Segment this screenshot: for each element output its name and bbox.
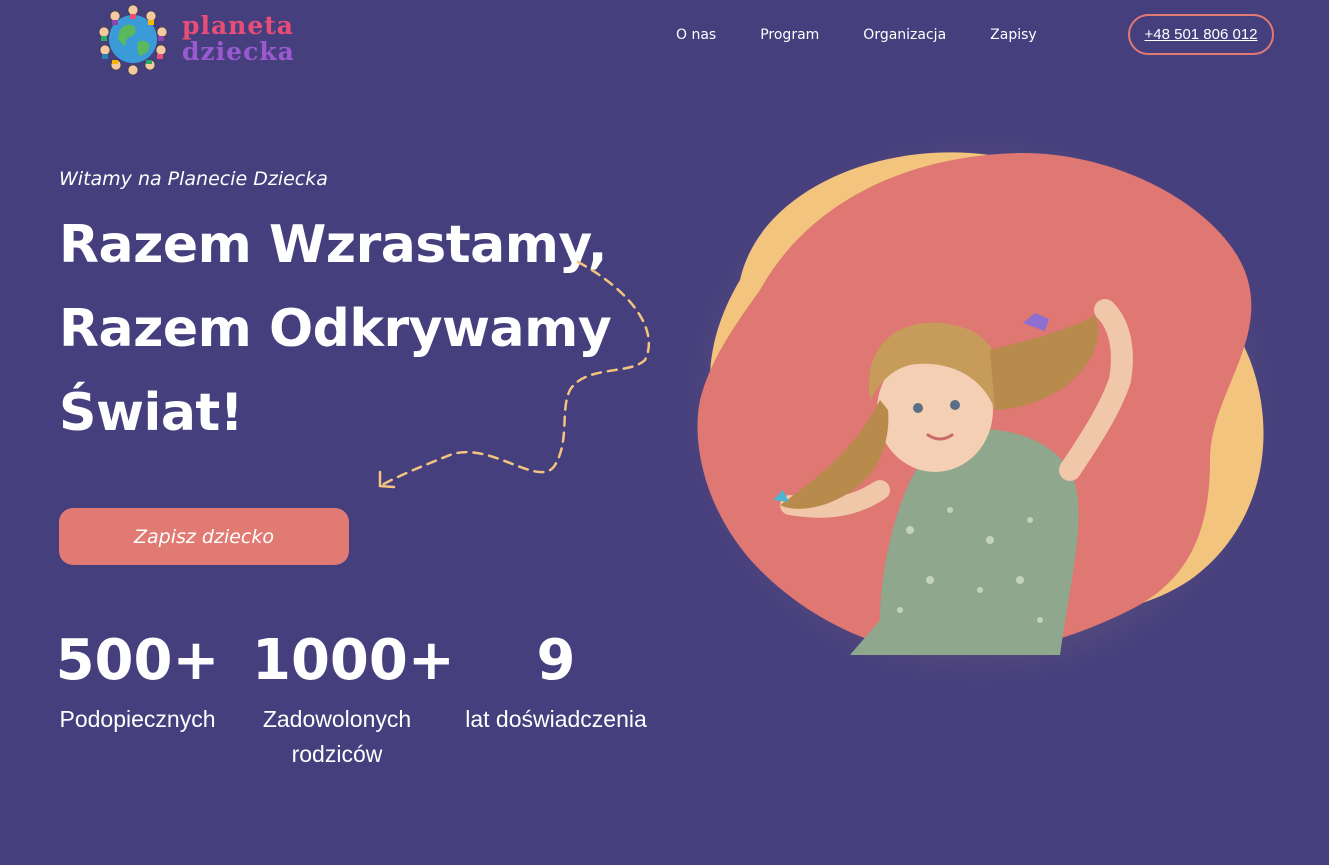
stat-value: 500+ — [55, 628, 220, 693]
hero-image — [660, 110, 1300, 710]
nav-item-program[interactable]: Program — [760, 25, 819, 45]
nav-item-o-nas[interactable]: O nas — [676, 25, 716, 45]
stat-children: 500+ Podopiecznych — [55, 628, 220, 737]
globe-children-logo-icon — [98, 4, 168, 76]
logo[interactable]: planeta dziecka — [96, 2, 295, 76]
stat-experience: 9 lat doświadczenia — [458, 628, 654, 737]
stat-value: 9 — [536, 628, 576, 693]
enroll-child-button[interactable]: Zapisz dziecko — [59, 508, 349, 565]
stat-parents: 1000+ Zadowolonych rodziców — [252, 628, 455, 772]
stat-label: lat doświadczenia — [465, 706, 647, 732]
logo-text: planeta dziecka — [182, 13, 295, 65]
stat-value: 1000+ — [252, 628, 455, 693]
logo-line-1: planeta — [182, 11, 295, 40]
main-nav: O nas Program Organizacja Zapisy — [676, 25, 1081, 45]
dashed-arrow-icon — [378, 260, 651, 489]
hero-subtitle: Witamy na Planecie Dziecka — [59, 168, 328, 190]
logo-line-2: dziecka — [182, 37, 295, 66]
stat-label: Zadowolonych rodziców — [262, 706, 412, 767]
nav-item-zapisy[interactable]: Zapisy — [990, 25, 1037, 45]
nav-item-organizacja[interactable]: Organizacja — [863, 25, 946, 45]
phone-button[interactable]: +48 501 806 012 — [1128, 14, 1274, 55]
stat-label: Podopiecznych — [59, 706, 216, 732]
